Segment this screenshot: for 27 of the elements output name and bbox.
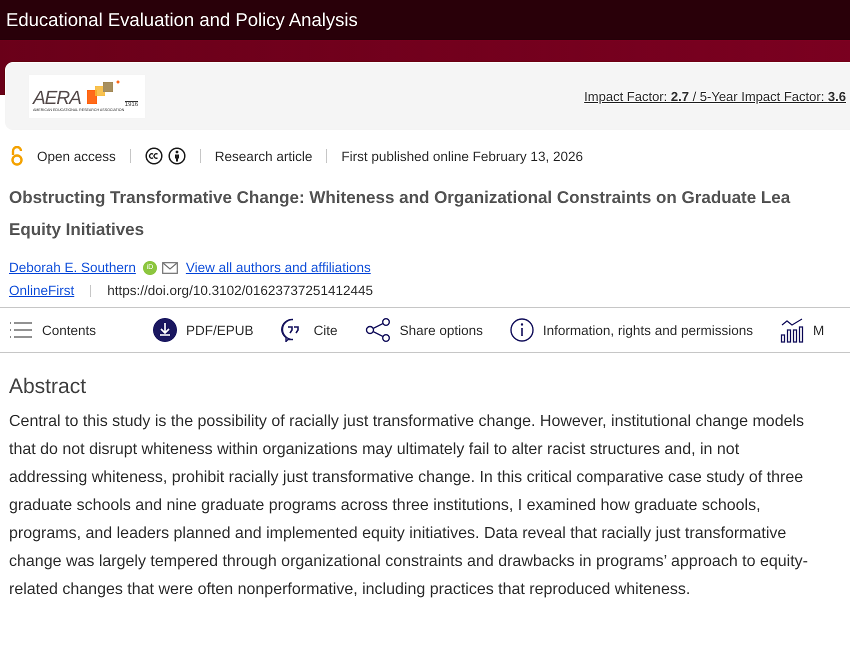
info-icon [510,318,534,342]
cite-button[interactable]: Cite [280,318,338,342]
info-button[interactable]: Information, rights and permissions [510,318,753,342]
bar-chart-icon [780,317,804,343]
doi-text: https://doi.org/10.3102/01623737251412445 [107,283,374,298]
access-label: Open access [37,148,116,164]
article-type: Research article [214,148,312,164]
logo-wordmark: AERA [33,89,81,108]
metrics-button[interactable]: M [780,317,824,343]
envelope-icon[interactable] [162,262,178,274]
abstract-heading: Abstract [9,375,88,399]
author-link[interactable]: Deborah E. Southern [9,260,136,275]
authors-affiliations-link[interactable]: View all authors and affiliations [186,260,371,275]
download-icon [153,318,178,342]
section-link[interactable]: OnlineFirst [9,283,74,298]
article-title: Obstructing Transformative Change: Whiteness and Organizational Constraints on Graduate Lea Equity Initiatives [9,187,792,241]
attribution-icon[interactable] [168,147,186,165]
publication-date: First published online February 13, 2026 [341,148,583,164]
share-button[interactable]: Share options [364,318,483,342]
cc-license-icon[interactable] [144,147,163,165]
open-lock-icon [10,146,24,166]
contents-button[interactable]: Contents [9,320,96,340]
menu-icon [9,320,33,340]
pdf-button[interactable]: PDF/EPUB [153,318,254,342]
share-icon [364,318,391,342]
impact-factor-link[interactable]: Impact Factor: 2.7 / 5-Year Impact Factor: 3.6 [584,88,846,104]
abstract-text: Central to this study is the possibility of racially just transformative change. However, institutional change models that do not disrupt whiteness within organizations may ultimately fail to alter racist structures and, in not addressing whiteness, prohibit racially just transformative change. In this critical comparative case study of three graduate schools and nine graduate programs across three institutions, I examined how graduate schools, programs, and leaders planned and implemented equity initiatives. Data reveal that racially just transformative change was largely tempered through organizational constraints and drawbacks in programs’ approach to equity-related changes that were often nonperformative, including practices that reproduced whiteness. [9,412,809,600]
